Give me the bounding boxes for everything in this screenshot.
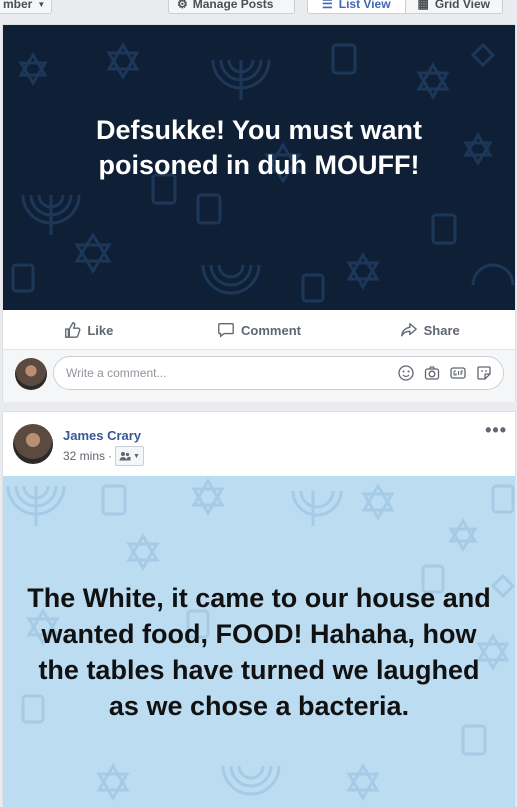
filter-dropdown[interactable]: mber ▼ [0,0,52,14]
thumbs-up-icon [65,322,81,338]
post-card: Defsukke! You must want poisoned in duh … [2,24,516,402]
posts-toolbar: mber ▼ ⚙ Manage Posts ☰ List View ▦ Grid… [0,0,517,18]
post-text: Defsukke! You must want poisoned in duh … [95,114,423,180]
avatar[interactable] [15,358,47,390]
share-button[interactable]: Share [344,321,515,339]
grid-view-label: Grid View [434,0,490,11]
list-icon: ☰ [321,0,333,11]
audience-selector[interactable]: ▼ [115,446,144,466]
sticker-icon[interactable] [475,364,493,382]
post-meta: 32 mins · ▼ [63,446,144,466]
post-background-image: The White, it came to our house and want… [3,476,515,807]
separator-dot: · [108,449,113,463]
grid-view-button[interactable]: ▦ Grid View [405,0,503,14]
gif-icon[interactable] [449,364,467,382]
manage-posts-label: Manage Posts [192,0,274,11]
post-background-image: Defsukke! You must want poisoned in duh … [3,25,515,310]
comment-placeholder: Write a comment... [66,366,167,380]
avatar[interactable] [13,424,53,464]
share-icon [400,323,417,337]
chevron-down-icon: ▼ [133,452,140,460]
list-view-button[interactable]: ☰ List View [307,0,406,14]
comment-label: Comment [241,322,301,338]
like-button[interactable]: Like [3,321,174,339]
view-toggle: ☰ List View ▦ Grid View [307,0,503,14]
filter-label: mber [3,0,33,11]
post-header: James Crary 32 mins · ▼ ••• [3,412,515,476]
share-label: Share [423,322,460,338]
post-actions: Like Comment Share [3,311,515,350]
friends-icon [119,452,131,461]
manage-posts-button[interactable]: ⚙ Manage Posts [168,0,295,14]
comment-button[interactable]: Comment [174,321,345,339]
comment-input[interactable]: Write a comment... [53,356,504,390]
grid-icon: ▦ [417,0,429,11]
like-label: Like [87,322,114,338]
emoji-icon[interactable] [397,364,415,382]
comment-icon [218,323,234,338]
comment-composer: Write a comment... [3,350,515,402]
post-time[interactable]: 32 mins [63,449,105,463]
author-name[interactable]: James Crary [63,428,141,443]
camera-icon[interactable] [423,364,441,382]
more-options-icon[interactable]: ••• [485,420,507,441]
post-text: The White, it came to our house and want… [27,582,491,721]
post-card: James Crary 32 mins · ▼ ••• The White, i… [2,411,516,807]
list-view-label: List View [338,0,391,11]
gear-icon: ⚙ [177,0,188,11]
chevron-down-icon: ▼ [37,0,46,9]
